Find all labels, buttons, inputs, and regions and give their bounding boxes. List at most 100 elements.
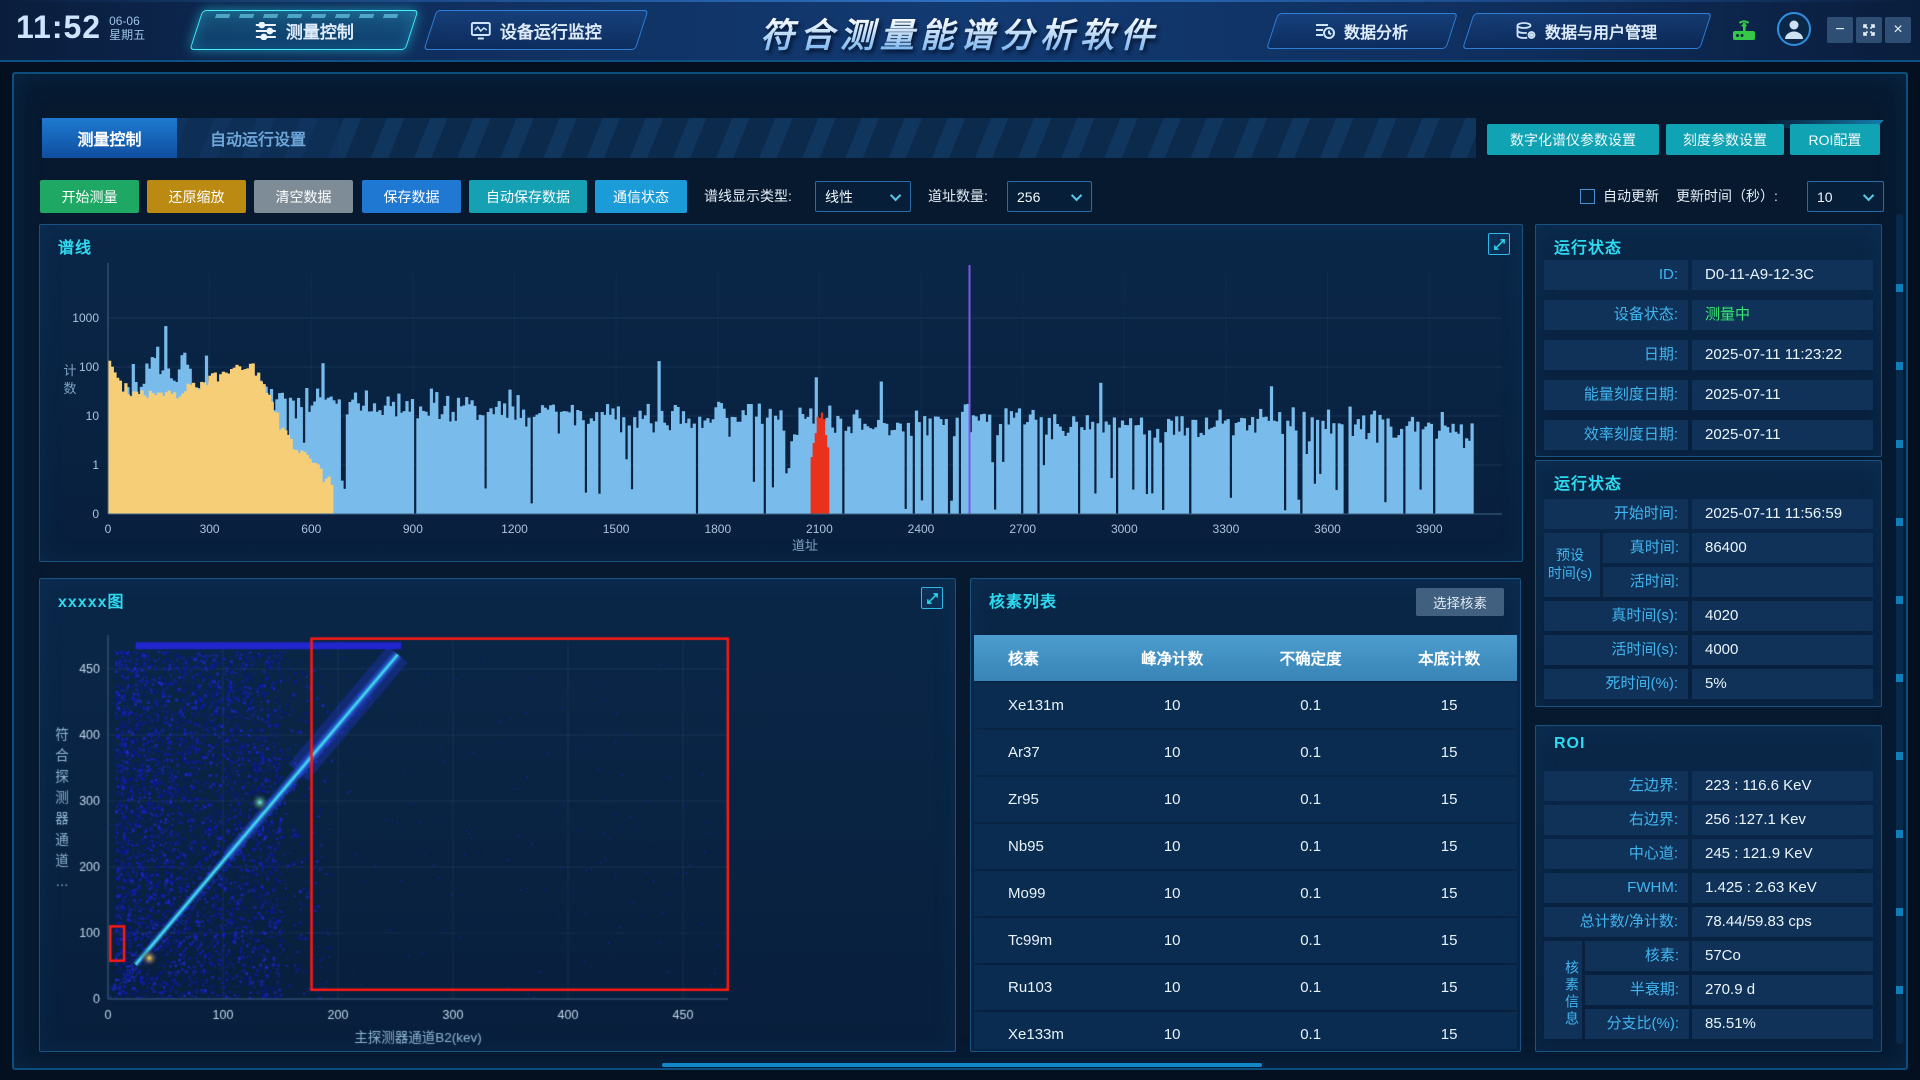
database-gear-icon bbox=[1516, 22, 1536, 40]
table-header: 核素 峰净计数 不确定度 本底计数 bbox=[974, 635, 1517, 681]
panel-title: 谱线 bbox=[58, 234, 92, 258]
update-interval-select[interactable]: 10 bbox=[1807, 181, 1884, 212]
field-label: 总计数/净计数: bbox=[1544, 907, 1688, 937]
chevron-down-icon bbox=[1071, 189, 1082, 200]
coincidence-chart[interactable] bbox=[40, 579, 957, 1053]
field-value: 1.425 : 2.63 KeV bbox=[1692, 873, 1873, 903]
svg-text:900: 900 bbox=[403, 522, 423, 536]
app-title: 符合测量能谱分析软件 bbox=[760, 8, 1160, 57]
expand-icon[interactable] bbox=[921, 587, 943, 609]
svg-text:300: 300 bbox=[200, 522, 220, 536]
field-label: 真时间(s): bbox=[1544, 601, 1688, 631]
field-value: 57Co bbox=[1692, 941, 1873, 971]
svg-text:0: 0 bbox=[105, 522, 112, 536]
field-value: 256 :127.1 Kev bbox=[1692, 805, 1873, 835]
roi-config-button[interactable]: ROI配置 bbox=[1790, 124, 1880, 155]
table-row[interactable]: Xe133m100.115 bbox=[974, 1012, 1517, 1049]
user-avatar[interactable] bbox=[1777, 12, 1811, 46]
header-bar: 11:52 06-06 星期五 测量控制 bbox=[0, 0, 1920, 62]
save-data-button[interactable]: 保存数据 bbox=[362, 180, 461, 213]
field-label: 左边界: bbox=[1544, 771, 1688, 801]
column-header: 峰净计数 bbox=[1104, 647, 1240, 669]
field-value: 5% bbox=[1692, 669, 1873, 699]
table-row[interactable]: Tc99m100.115 bbox=[974, 918, 1517, 963]
table-row[interactable]: Mo99100.115 bbox=[974, 871, 1517, 916]
field-label: 活时间(s): bbox=[1544, 635, 1688, 665]
column-header: 本底计数 bbox=[1381, 647, 1517, 669]
comm-status-button[interactable]: 通信状态 bbox=[595, 180, 687, 213]
field-value: 2025-07-11 11:23:22 bbox=[1692, 340, 1873, 370]
table-row[interactable]: Xe131m100.115 bbox=[974, 683, 1517, 728]
field-label: 分支比(%): bbox=[1585, 1009, 1689, 1039]
maximize-button[interactable] bbox=[1856, 17, 1882, 43]
field-label: 核素: bbox=[1585, 941, 1689, 971]
device-status-value: 测量中 bbox=[1692, 300, 1873, 330]
panel-title: 运行状态 bbox=[1554, 470, 1622, 494]
nav-label: 数据与用户管理 bbox=[1545, 19, 1657, 43]
tab-auto-run-settings[interactable]: 自动运行设置 bbox=[177, 118, 339, 158]
minimize-button[interactable]: − bbox=[1827, 17, 1853, 43]
expand-arrows-icon bbox=[1862, 23, 1876, 37]
svg-text:2100: 2100 bbox=[806, 522, 833, 536]
nav-data-user-management[interactable]: 数据与用户管理 bbox=[1462, 13, 1712, 49]
preset-time-label: 预设 时间(s) bbox=[1544, 533, 1600, 597]
auto-update-label: 自动更新 bbox=[1603, 180, 1659, 213]
svg-text:1500: 1500 bbox=[603, 522, 630, 536]
roi-panel: ROI 左边界:223 : 116.6 KeV 右边界:256 :127.1 K… bbox=[1535, 725, 1882, 1052]
svg-text:3300: 3300 bbox=[1213, 522, 1240, 536]
field-value: 4000 bbox=[1692, 635, 1873, 665]
app-window: 11:52 06-06 星期五 测量控制 bbox=[0, 0, 1920, 1080]
table-row[interactable]: Ar37100.115 bbox=[974, 730, 1517, 775]
field-label: 死时间(%): bbox=[1544, 669, 1688, 699]
clock-date: 06-06 星期五 bbox=[109, 14, 145, 42]
network-device-icon[interactable] bbox=[1730, 16, 1758, 44]
clear-data-button[interactable]: 清空数据 bbox=[254, 180, 353, 213]
calibration-params-button[interactable]: 刻度参数设置 bbox=[1666, 124, 1784, 155]
tab-measure-control[interactable]: 测量控制 bbox=[42, 118, 177, 158]
field-value: D0-11-A9-12-3C bbox=[1692, 260, 1873, 290]
field-label: FWHM: bbox=[1544, 873, 1688, 903]
run-status-panel-2: 运行状态 开始时间: 2025-07-11 11:56:59 预设 时间(s) … bbox=[1535, 460, 1882, 707]
start-measure-button[interactable]: 开始测量 bbox=[40, 180, 139, 213]
display-type-label: 谱线显示类型: bbox=[704, 180, 792, 213]
field-value: 4020 bbox=[1692, 601, 1873, 631]
digitizer-params-button[interactable]: 数字化谱仪参数设置 bbox=[1487, 124, 1659, 155]
field-label: ID: bbox=[1544, 260, 1688, 290]
display-type-select[interactable]: 线性 bbox=[815, 181, 911, 212]
field-label: 半衰期: bbox=[1585, 975, 1689, 1005]
field-value: 2025-07-11 bbox=[1692, 380, 1873, 410]
field-value: 2025-07-11 bbox=[1692, 420, 1873, 450]
nav-data-analysis[interactable]: 数据分析 bbox=[1266, 13, 1458, 49]
nav-device-monitor[interactable]: 设备运行监控 bbox=[424, 10, 649, 50]
close-button[interactable]: × bbox=[1885, 17, 1911, 43]
clock-time: 11:52 bbox=[16, 9, 101, 46]
panel-title: xxxxx图 bbox=[58, 588, 125, 612]
table-row[interactable]: Zr95100.115 bbox=[974, 777, 1517, 822]
svg-text:道址: 道址 bbox=[792, 538, 818, 553]
select-nuclide-button[interactable]: 选择核素 bbox=[1416, 588, 1504, 616]
column-header: 核素 bbox=[974, 647, 1104, 669]
field-label: 日期: bbox=[1544, 340, 1688, 370]
panel-title: 运行状态 bbox=[1554, 234, 1622, 258]
auto-save-button[interactable]: 自动保存数据 bbox=[469, 180, 587, 213]
nav-measure-control[interactable]: 测量控制 bbox=[190, 10, 419, 50]
channel-count-select[interactable]: 256 bbox=[1007, 181, 1092, 212]
table-row[interactable]: Nb95100.115 bbox=[974, 824, 1517, 869]
clock: 11:52 06-06 星期五 bbox=[16, 9, 145, 46]
table-row[interactable]: Ru103100.115 bbox=[974, 965, 1517, 1010]
svg-text:计: 计 bbox=[63, 363, 76, 378]
chevron-down-icon bbox=[1863, 189, 1874, 200]
nav-label: 数据分析 bbox=[1344, 19, 1408, 43]
auto-update-checkbox[interactable] bbox=[1580, 189, 1595, 204]
nav-label: 设备运行监控 bbox=[500, 18, 602, 43]
run-status-panel-1: 运行状态 ID:D0-11-A9-12-3C 设备状态:测量中 日期:2025-… bbox=[1535, 224, 1882, 457]
nuclide-info-label: 核素信息 bbox=[1544, 941, 1582, 1039]
expand-icon[interactable] bbox=[1488, 233, 1510, 255]
field-value: 86400 bbox=[1692, 533, 1873, 563]
spectrum-chart[interactable]: 0300600900120015001800210024002700300033… bbox=[40, 225, 1524, 563]
spectrum-panel: 0300600900120015001800210024002700300033… bbox=[39, 224, 1523, 562]
reset-zoom-button[interactable]: 还原缩放 bbox=[147, 180, 246, 213]
svg-text:1: 1 bbox=[92, 458, 99, 472]
sliders-icon bbox=[255, 21, 277, 39]
field-value: 245 : 121.9 KeV bbox=[1692, 839, 1873, 869]
